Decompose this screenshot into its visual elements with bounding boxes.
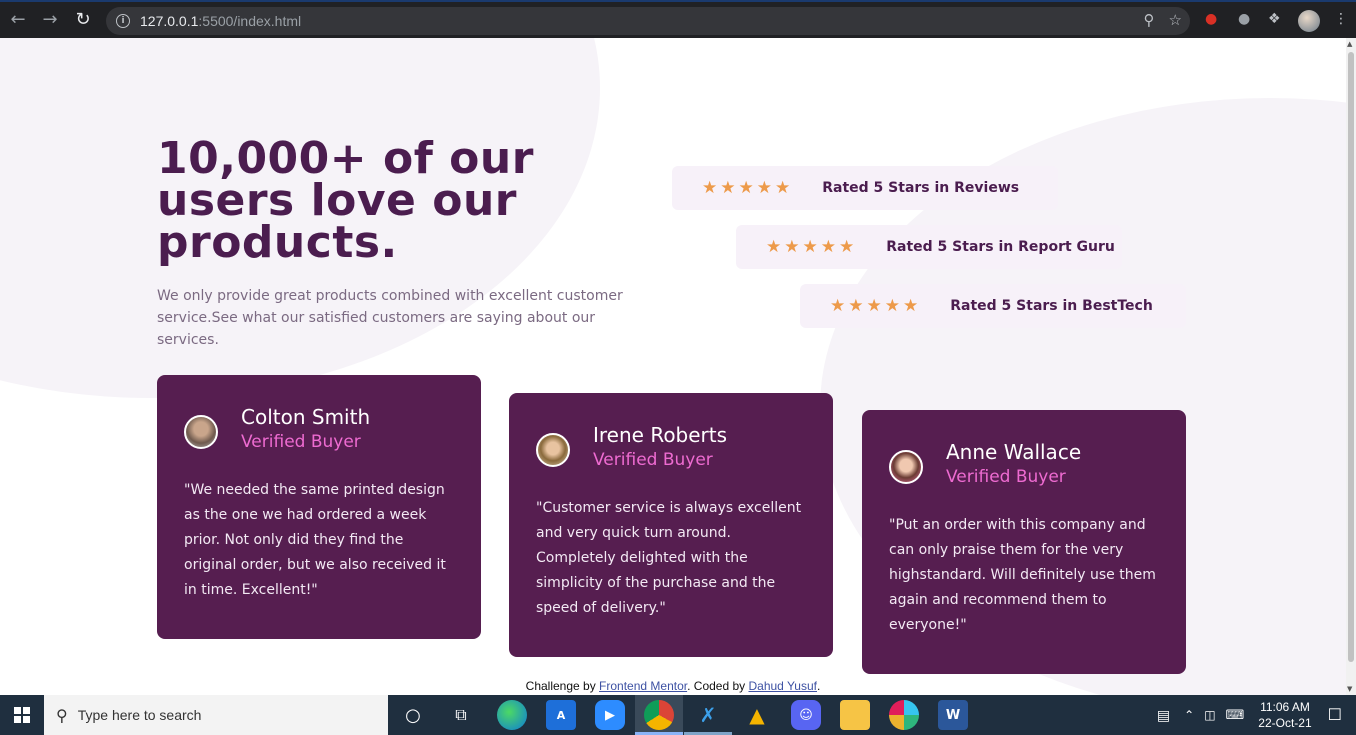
star-row: ★ ★ ★ ★ ★ — [702, 177, 791, 198]
rating-label: Rated 5 Stars in Report Guru — [886, 239, 1115, 255]
news-icon[interactable]: ▤ — [1157, 707, 1170, 724]
reviewer-name: Irene Roberts — [593, 423, 728, 447]
task-view-icon[interactable]: ⧉ — [446, 700, 476, 730]
search-placeholder: Type here to search — [77, 707, 202, 723]
browser-toolbar: ← → ↻ i 127.0.0.1:5500/index.html ⚲ ☆ ● … — [0, 0, 1356, 38]
rating-besttech: ★ ★ ★ ★ ★ Rated 5 Stars in BestTech — [800, 284, 1186, 328]
scroll-down-icon[interactable]: ▼ — [1347, 685, 1352, 693]
verified-badge: Verified Buyer — [593, 450, 713, 470]
star-icon: ★ — [848, 295, 864, 316]
zoom-icon[interactable]: ⚲ — [1144, 11, 1155, 29]
url-text: 127.0.0.1:5500/index.html — [140, 13, 302, 29]
forward-icon[interactable]: → — [34, 3, 66, 35]
star-icon: ★ — [802, 236, 818, 257]
rating-report-guru: ★ ★ ★ ★ ★ Rated 5 Stars in Report Guru — [736, 225, 1122, 269]
testimonial-quote: "We needed the same printed design as th… — [184, 482, 446, 598]
reload-icon[interactable]: ↻ — [67, 3, 99, 35]
notifications-icon[interactable]: ☐ — [1328, 705, 1342, 725]
zoom-app-icon[interactable]: ▶ — [595, 700, 625, 730]
battery-icon[interactable]: ◫ — [1204, 708, 1215, 722]
discord-icon[interactable]: ☺ — [791, 700, 821, 730]
rating-reviews: ★ ★ ★ ★ ★ Rated 5 Stars in Reviews — [672, 166, 1058, 210]
clock-date: 22-Oct-21 — [1258, 716, 1312, 730]
star-icon: ★ — [784, 236, 800, 257]
testimonial-card-colton: Colton Smith Verified Buyer "We needed t… — [157, 375, 481, 639]
windows-logo-icon — [14, 707, 30, 723]
address-bar[interactable]: i 127.0.0.1:5500/index.html ⚲ ☆ — [106, 7, 1190, 35]
verified-badge: Verified Buyer — [241, 432, 361, 452]
star-row: ★ ★ ★ ★ ★ — [830, 295, 919, 316]
edge-icon[interactable] — [497, 700, 527, 730]
slack-icon[interactable] — [889, 700, 919, 730]
intro-text: We only provide great products combined … — [157, 288, 623, 348]
frontend-mentor-link[interactable]: Frontend Mentor — [599, 679, 687, 693]
site-info-icon[interactable]: i — [116, 14, 130, 28]
testimonial-quote: "Put an order with this company and can … — [889, 517, 1156, 633]
attribution-prefix: Challenge by — [525, 679, 600, 693]
star-icon: ★ — [756, 177, 772, 198]
start-button[interactable] — [0, 695, 44, 735]
clock-time: 11:06 AM — [1260, 700, 1310, 714]
page-title: 10,000+ of our users love our products. — [157, 133, 534, 268]
star-icon: ★ — [738, 177, 754, 198]
star-icon: ★ — [884, 295, 900, 316]
avatar — [536, 433, 570, 467]
star-row: ★ ★ ★ ★ ★ — [766, 236, 855, 257]
star-icon: ★ — [830, 295, 846, 316]
tray-chevron-icon[interactable]: ⌃ — [1184, 708, 1194, 722]
scroll-up-icon[interactable]: ▲ — [1347, 40, 1352, 48]
chrome-icon[interactable] — [644, 700, 674, 730]
keyboard-icon[interactable]: ⌨ — [1226, 707, 1245, 723]
testimonial-quote: "Customer service is always excellent an… — [536, 500, 802, 616]
page-scrollbar[interactable]: ▲ ▼ — [1346, 38, 1356, 695]
avatar — [184, 415, 218, 449]
page: 10,000+ of our users love our products. … — [0, 38, 1346, 695]
attribution-middle: . Coded by — [687, 679, 749, 693]
profile-avatar-icon[interactable] — [1298, 10, 1320, 32]
file-explorer-icon[interactable] — [840, 700, 870, 730]
extensions-puzzle-icon[interactable]: ❖ — [1268, 11, 1281, 27]
verified-badge: Verified Buyer — [946, 467, 1066, 487]
bookmark-star-icon[interactable]: ☆ — [1169, 11, 1182, 29]
search-icon: ⚲ — [56, 705, 68, 725]
scroll-thumb[interactable] — [1348, 52, 1354, 662]
rating-label: Rated 5 Stars in Reviews — [822, 180, 1020, 196]
menu-icon[interactable]: ⋮ — [1334, 11, 1348, 27]
system-tray: ▤ ⌃ ◫ ⌨ 11:06 AM 22-Oct-21 ☐ — [1157, 695, 1356, 735]
reviewer-name: Colton Smith — [241, 405, 371, 429]
extension-red-icon[interactable]: ● — [1205, 11, 1217, 27]
back-icon[interactable]: ← — [2, 3, 34, 35]
cortana-icon[interactable]: ○ — [398, 700, 428, 730]
sort-app-icon[interactable]: A — [546, 700, 576, 730]
google-drive-icon[interactable]: ▲ — [742, 700, 772, 730]
vscode-icon[interactable]: ✗ — [693, 700, 723, 730]
attribution: Challenge by Frontend Mentor. Coded by D… — [0, 679, 1346, 693]
star-icon: ★ — [839, 236, 855, 257]
star-icon: ★ — [775, 177, 791, 198]
star-icon: ★ — [903, 295, 919, 316]
word-icon[interactable]: W — [938, 700, 968, 730]
author-link[interactable]: Dahud Yusuf — [748, 679, 817, 693]
testimonial-card-anne: Anne Wallace Verified Buyer "Put an orde… — [862, 410, 1186, 674]
star-icon: ★ — [702, 177, 718, 198]
extension-grey-icon[interactable]: ● — [1238, 11, 1250, 27]
star-icon: ★ — [766, 236, 782, 257]
clock[interactable]: 11:06 AM 22-Oct-21 — [1258, 699, 1311, 731]
avatar — [889, 450, 923, 484]
rating-label: Rated 5 Stars in BestTech — [950, 298, 1153, 314]
star-icon: ★ — [720, 177, 736, 198]
taskbar-search[interactable]: ⚲ Type here to search — [44, 695, 388, 735]
testimonial-card-irene: Irene Roberts Verified Buyer "Customer s… — [509, 393, 833, 657]
reviewer-name: Anne Wallace — [946, 440, 1082, 464]
star-icon: ★ — [866, 295, 882, 316]
attribution-suffix: . — [817, 679, 821, 693]
star-icon: ★ — [820, 236, 836, 257]
